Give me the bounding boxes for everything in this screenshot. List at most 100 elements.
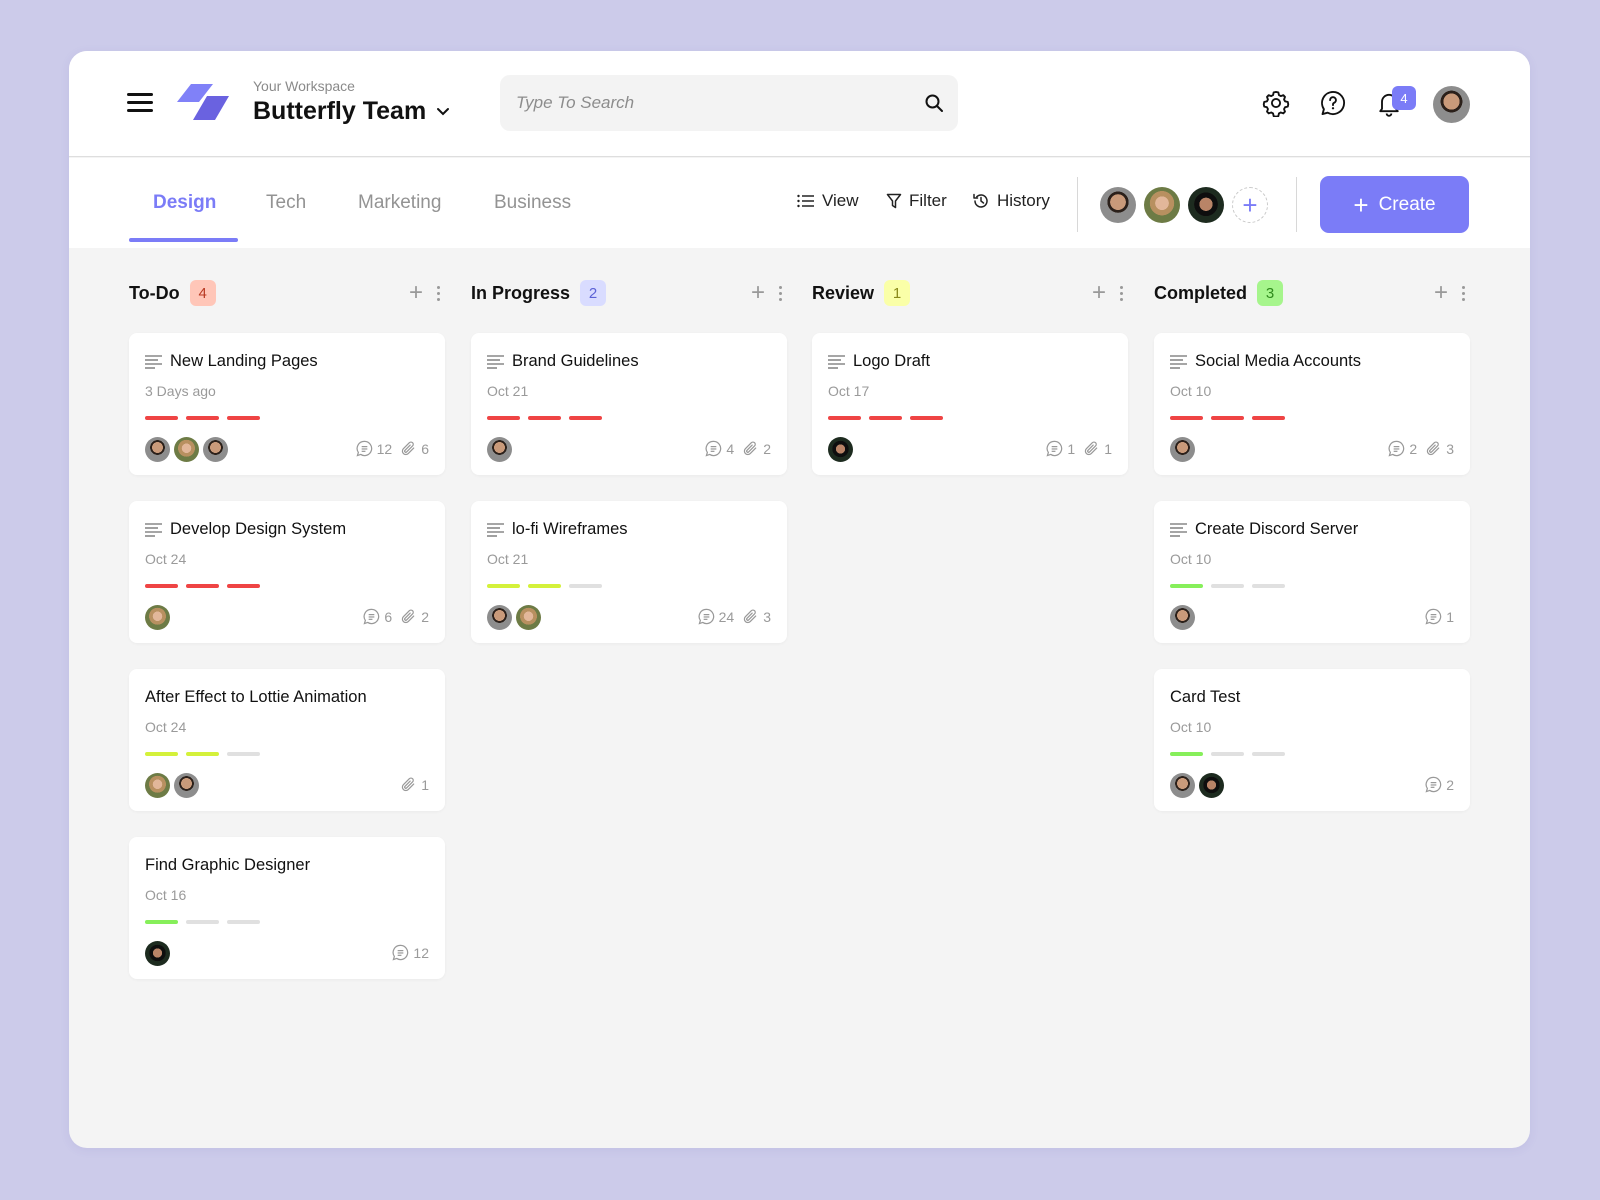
- card-title-row: Social Media Accounts: [1170, 352, 1361, 371]
- priority-indicator: [487, 416, 602, 420]
- priority-segment: [1252, 752, 1285, 756]
- tab-design[interactable]: Design: [153, 192, 216, 214]
- card-title-row: lo-fi Wireframes: [487, 520, 628, 539]
- tab-marketing[interactable]: Marketing: [358, 192, 441, 214]
- card-title-row: Create Discord Server: [1170, 520, 1358, 539]
- card-title-row: After Effect to Lottie Animation: [145, 688, 367, 707]
- priority-segment: [227, 584, 260, 588]
- card-meta: 1: [400, 776, 429, 793]
- priority-segment: [910, 416, 943, 420]
- menu-icon[interactable]: [127, 93, 153, 113]
- priority-segment: [1211, 416, 1244, 420]
- priority-segment: [227, 416, 260, 420]
- assignee-avatar[interactable]: [145, 437, 170, 462]
- assignee-avatar[interactable]: [487, 437, 512, 462]
- filter-label: Filter: [909, 191, 947, 210]
- card-meta: 42: [705, 440, 771, 457]
- attachments-count: 3: [1425, 440, 1454, 457]
- task-card[interactable]: New Landing Pages 3 Days ago 12 6: [129, 333, 445, 475]
- description-icon: [1170, 522, 1187, 537]
- task-card[interactable]: Develop Design System Oct 24 62: [129, 501, 445, 643]
- attachment-icon: [402, 777, 415, 792]
- column-title: Review: [812, 282, 875, 303]
- board-column: Completed 3 + Social Media Accounts Oct …: [1154, 278, 1470, 811]
- user-avatar[interactable]: [1433, 86, 1470, 123]
- search-input[interactable]: [516, 75, 906, 131]
- view-button[interactable]: View: [797, 191, 859, 211]
- assignee-avatar[interactable]: [487, 605, 512, 630]
- task-card[interactable]: Logo Draft Oct 17 11: [812, 333, 1128, 475]
- card-assignees: [1170, 437, 1195, 462]
- priority-segment: [186, 416, 219, 420]
- add-card-icon[interactable]: +: [1434, 281, 1448, 305]
- history-label: History: [997, 191, 1050, 210]
- priority-segment: [1252, 416, 1285, 420]
- create-button[interactable]: + Create: [1320, 176, 1469, 233]
- more-options-icon[interactable]: [437, 285, 441, 301]
- attachments-value: 3: [1446, 440, 1454, 457]
- assignee-avatar[interactable]: [174, 773, 199, 798]
- board-column: In Progress 2 + Brand Guidelines Oct 21 …: [471, 278, 787, 643]
- comment-icon: [363, 608, 380, 625]
- filter-icon: [886, 193, 902, 209]
- assignee-avatar[interactable]: [1170, 605, 1195, 630]
- card-date: Oct 21: [487, 383, 529, 399]
- search-icon[interactable]: [924, 93, 944, 113]
- tab-business[interactable]: Business: [494, 192, 571, 214]
- priority-segment: [487, 416, 520, 420]
- assignee-avatar[interactable]: [203, 437, 228, 462]
- comments-count: 2: [1388, 440, 1417, 457]
- card-title: Logo Draft: [853, 352, 931, 370]
- task-card[interactable]: Brand Guidelines Oct 21 42: [471, 333, 787, 475]
- team-member-avatar[interactable]: [1100, 187, 1136, 223]
- column-header: To-Do 4 +: [129, 278, 445, 308]
- card-assignees: [1170, 773, 1224, 798]
- history-button[interactable]: History: [972, 191, 1050, 211]
- description-icon: [828, 354, 845, 369]
- task-card[interactable]: Card Test Oct 10 2: [1154, 669, 1470, 811]
- card-title-row: Find Graphic Designer: [145, 856, 310, 875]
- divider: [1296, 177, 1297, 232]
- card-title: lo-fi Wireframes: [512, 520, 628, 538]
- gear-icon[interactable]: [1262, 89, 1290, 117]
- assignee-avatar[interactable]: [516, 605, 541, 630]
- app-window: Your Workspace Butterfly Team 4 Design T…: [69, 51, 1530, 1148]
- task-card[interactable]: After Effect to Lottie Animation Oct 24 …: [129, 669, 445, 811]
- team-member-avatar[interactable]: [1144, 187, 1180, 223]
- task-card[interactable]: lo-fi Wireframes Oct 21 24 3: [471, 501, 787, 643]
- add-member-button[interactable]: +: [1232, 187, 1268, 223]
- assignee-avatar[interactable]: [1170, 437, 1195, 462]
- more-options-icon[interactable]: [1462, 285, 1466, 301]
- task-card[interactable]: Social Media Accounts Oct 10 23: [1154, 333, 1470, 475]
- task-card[interactable]: Find Graphic Designer Oct 16 12: [129, 837, 445, 979]
- task-card[interactable]: Create Discord Server Oct 10 1: [1154, 501, 1470, 643]
- assignee-avatar[interactable]: [1170, 773, 1195, 798]
- priority-indicator: [145, 584, 260, 588]
- assignee-avatar[interactable]: [145, 605, 170, 630]
- comments-count: 6: [363, 608, 392, 625]
- column-title: To-Do: [129, 282, 180, 303]
- add-card-icon[interactable]: +: [409, 281, 423, 305]
- add-card-icon[interactable]: +: [751, 281, 765, 305]
- notification-badge: 4: [1392, 86, 1416, 110]
- more-options-icon[interactable]: [779, 285, 783, 301]
- add-card-icon[interactable]: +: [1092, 281, 1106, 305]
- priority-segment: [227, 920, 260, 924]
- card-date: Oct 24: [145, 551, 187, 567]
- assignee-avatar[interactable]: [174, 437, 199, 462]
- card-assignees: [145, 773, 199, 798]
- tab-tech[interactable]: Tech: [266, 192, 306, 214]
- priority-segment: [487, 584, 520, 588]
- workspace-switcher[interactable]: Butterfly Team: [253, 97, 450, 126]
- team-member-avatar[interactable]: [1188, 187, 1224, 223]
- assignee-avatar[interactable]: [828, 437, 853, 462]
- assignee-avatar[interactable]: [145, 941, 170, 966]
- assignee-avatar[interactable]: [1199, 773, 1224, 798]
- attachments-count: 2: [742, 440, 771, 457]
- filter-button[interactable]: Filter: [886, 191, 947, 211]
- help-chat-icon[interactable]: [1319, 89, 1347, 117]
- attachments-value: 3: [763, 608, 771, 625]
- assignee-avatar[interactable]: [145, 773, 170, 798]
- comments-value: 2: [1446, 776, 1454, 793]
- more-options-icon[interactable]: [1120, 285, 1124, 301]
